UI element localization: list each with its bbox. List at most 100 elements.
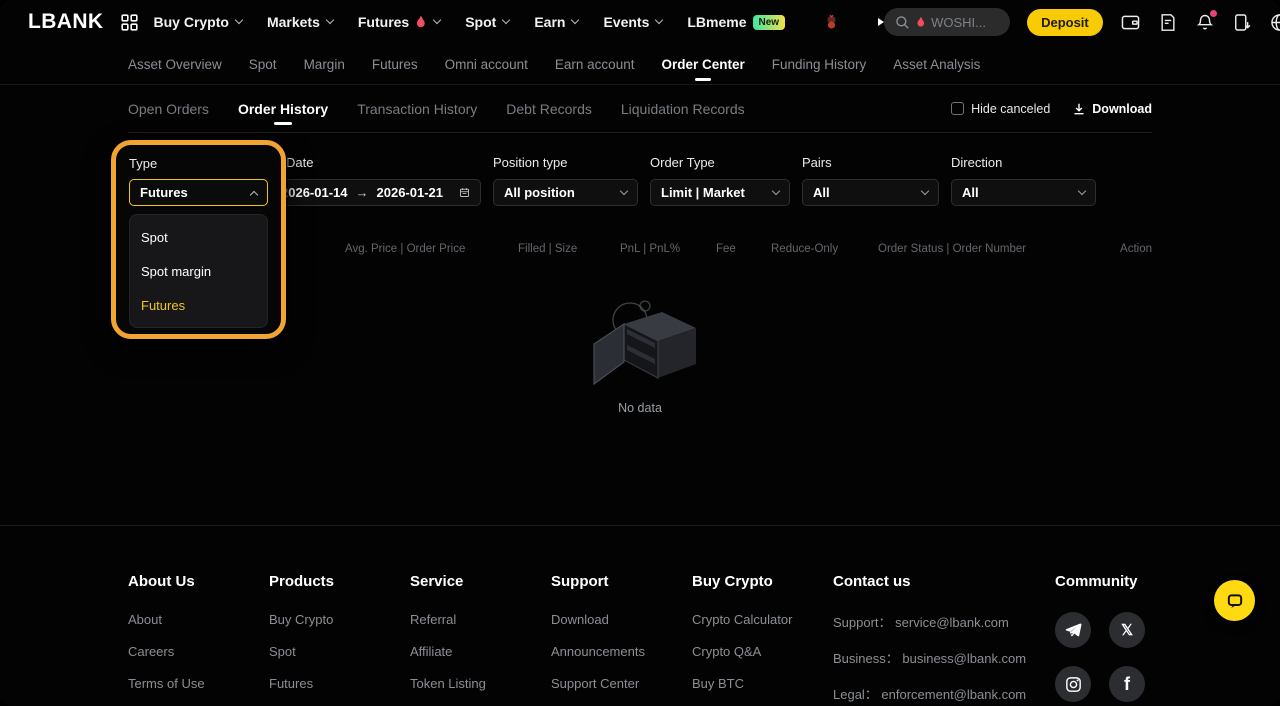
footer-link-referral[interactable]: Referral xyxy=(410,612,551,627)
footer-link-crypto-qa[interactable]: Crypto Q&A xyxy=(692,644,833,659)
footer-col-service: Service Referral Affiliate Token Listing xyxy=(410,573,551,706)
type-filter-highlight: Type Futures Spot Spot margin Futures xyxy=(111,140,286,339)
footer-link-support-center[interactable]: Support Center xyxy=(551,676,692,691)
hide-canceled-label: Hide canceled xyxy=(971,102,1050,116)
main-menu: Buy Crypto Markets Futures Spot Earn Eve… xyxy=(154,14,885,30)
accnav-order-center[interactable]: Order Center xyxy=(661,44,744,84)
footer-link-buy-crypto[interactable]: Buy Crypto xyxy=(269,612,410,627)
navbar-right: WOSHI... Deposit Connect xyxy=(884,8,1280,36)
footer-link-buy-btc[interactable]: Buy BTC xyxy=(692,676,833,691)
lbank-logo[interactable]: LBANK xyxy=(28,10,104,34)
footer-link-announcements[interactable]: Announcements xyxy=(551,644,692,659)
deposit-button[interactable]: Deposit xyxy=(1027,9,1103,36)
pairs-select[interactable]: All xyxy=(802,179,939,206)
footer-divider xyxy=(0,525,1280,526)
search-input[interactable]: WOSHI... xyxy=(884,8,1010,36)
footer-link-spot[interactable]: Spot xyxy=(269,644,410,659)
chevron-down-icon xyxy=(772,186,780,194)
type-option-futures[interactable]: Futures xyxy=(130,288,267,322)
footer-col-community: Community 𝕏 f xyxy=(1055,573,1205,706)
footer-contact-legal[interactable]: Legal： enforcement@lbank.com xyxy=(833,684,1055,703)
footer-link-token-listing[interactable]: Token Listing xyxy=(410,676,551,691)
footer-link-about[interactable]: About xyxy=(128,612,269,627)
footer-link-futures[interactable]: Futures xyxy=(269,676,410,691)
footer-link-careers[interactable]: Careers xyxy=(128,644,269,659)
nav-lbmeme-label: LBmeme xyxy=(687,14,746,30)
nav-lbmeme[interactable]: LBmeme New xyxy=(687,14,785,30)
order-type-select[interactable]: Limit | Market xyxy=(650,179,790,206)
footer-link-download[interactable]: Download xyxy=(551,612,692,627)
instagram-icon[interactable] xyxy=(1055,666,1091,702)
footer-contact-business[interactable]: Business： business@lbank.com xyxy=(833,648,1055,667)
telegram-icon[interactable] xyxy=(1055,612,1091,648)
type-filter-label: Type xyxy=(129,156,268,171)
type-option-spot[interactable]: Spot xyxy=(130,220,267,254)
footer-contact-support[interactable]: Support： service@lbank.com xyxy=(833,612,1055,631)
tab-open-orders[interactable]: Open Orders xyxy=(128,87,209,131)
footer-link-affiliate[interactable]: Affiliate xyxy=(410,644,551,659)
accnav-omni-account[interactable]: Omni account xyxy=(445,44,528,84)
live-chat-button[interactable] xyxy=(1214,580,1255,621)
order-tabs-row: Open Orders Order History Transaction Hi… xyxy=(128,85,1152,133)
notification-dot xyxy=(1210,10,1217,17)
footer-col-contact: Contact us Support： service@lbank.com Bu… xyxy=(833,573,1055,706)
accnav-futures[interactable]: Futures xyxy=(372,44,418,84)
footer-heading: Contact us xyxy=(833,573,1055,590)
wallet-icon[interactable] xyxy=(1120,12,1141,33)
app-grid-icon[interactable] xyxy=(121,14,138,31)
nav-markets-label: Markets xyxy=(267,14,320,30)
chevron-down-icon xyxy=(433,16,441,24)
top-navbar: LBANK Buy Crypto Markets Futures Spot Ea… xyxy=(0,0,1280,44)
accnav-spot[interactable]: Spot xyxy=(249,44,277,84)
nav-events-label: Events xyxy=(603,14,649,30)
x-icon[interactable]: 𝕏 xyxy=(1109,612,1145,648)
pairs-value: All xyxy=(813,185,915,200)
tabs-right-controls: Hide canceled Download xyxy=(951,102,1152,116)
chevron-down-icon xyxy=(1078,186,1086,194)
footer-col-buy-crypto: Buy Crypto Crypto Calculator Crypto Q&A … xyxy=(692,573,833,706)
nav-futures[interactable]: Futures xyxy=(358,14,440,30)
tab-transaction-history[interactable]: Transaction History xyxy=(357,87,477,131)
nav-earn[interactable]: Earn xyxy=(534,14,578,30)
nav-markets[interactable]: Markets xyxy=(267,14,333,30)
accnav-funding-history[interactable]: Funding History xyxy=(772,44,867,84)
position-type-select[interactable]: All position xyxy=(493,179,638,206)
language-icon[interactable] xyxy=(1269,12,1280,33)
chevron-down-icon xyxy=(620,186,628,194)
tab-debt-records[interactable]: Debt Records xyxy=(506,87,592,131)
facebook-icon[interactable]: f xyxy=(1109,666,1145,702)
accnav-margin[interactable]: Margin xyxy=(304,44,345,84)
direction-select[interactable]: All xyxy=(951,179,1096,206)
nav-events[interactable]: Events xyxy=(603,14,662,30)
download-button[interactable]: Download xyxy=(1072,102,1152,116)
accnav-asset-overview[interactable]: Asset Overview xyxy=(128,44,222,84)
type-option-spot-margin[interactable]: Spot margin xyxy=(130,254,267,288)
hide-canceled-checkbox[interactable] xyxy=(951,102,964,115)
notifications-icon[interactable] xyxy=(1195,12,1215,33)
order-type-label: Order Type xyxy=(650,155,790,170)
tab-order-history[interactable]: Order History xyxy=(238,87,328,131)
new-badge: New xyxy=(753,15,786,30)
type-options-panel: Spot Spot margin Futures xyxy=(129,214,268,328)
nav-spot[interactable]: Spot xyxy=(465,14,509,30)
app-download-icon[interactable] xyxy=(1232,12,1252,33)
chevron-up-icon xyxy=(250,190,258,198)
nav-buy-crypto[interactable]: Buy Crypto xyxy=(154,14,242,30)
social-links: 𝕏 f xyxy=(1055,612,1205,702)
nav-spot-label: Spot xyxy=(465,14,496,30)
type-select[interactable]: Futures xyxy=(129,179,268,206)
date-range-input[interactable]: 2026-01-14 → 2026-01-21 xyxy=(270,179,481,206)
accnav-asset-analysis[interactable]: Asset Analysis xyxy=(893,44,980,84)
promo-icon[interactable] xyxy=(824,14,839,30)
footer-link-crypto-calculator[interactable]: Crypto Calculator xyxy=(692,612,833,627)
accnav-earn-account[interactable]: Earn account xyxy=(555,44,635,84)
tab-liquidation-records[interactable]: Liquidation Records xyxy=(621,87,745,131)
hide-canceled-toggle[interactable]: Hide canceled xyxy=(951,102,1050,116)
download-icon xyxy=(1072,102,1086,116)
calendar-icon xyxy=(459,184,470,201)
footer-heading: Products xyxy=(269,573,410,590)
footer-link-terms[interactable]: Terms of Use xyxy=(128,676,269,691)
orders-icon[interactable] xyxy=(1158,12,1178,33)
col-pnl: PnL | PnL% xyxy=(620,243,680,255)
footer-heading: Buy Crypto xyxy=(692,573,833,590)
